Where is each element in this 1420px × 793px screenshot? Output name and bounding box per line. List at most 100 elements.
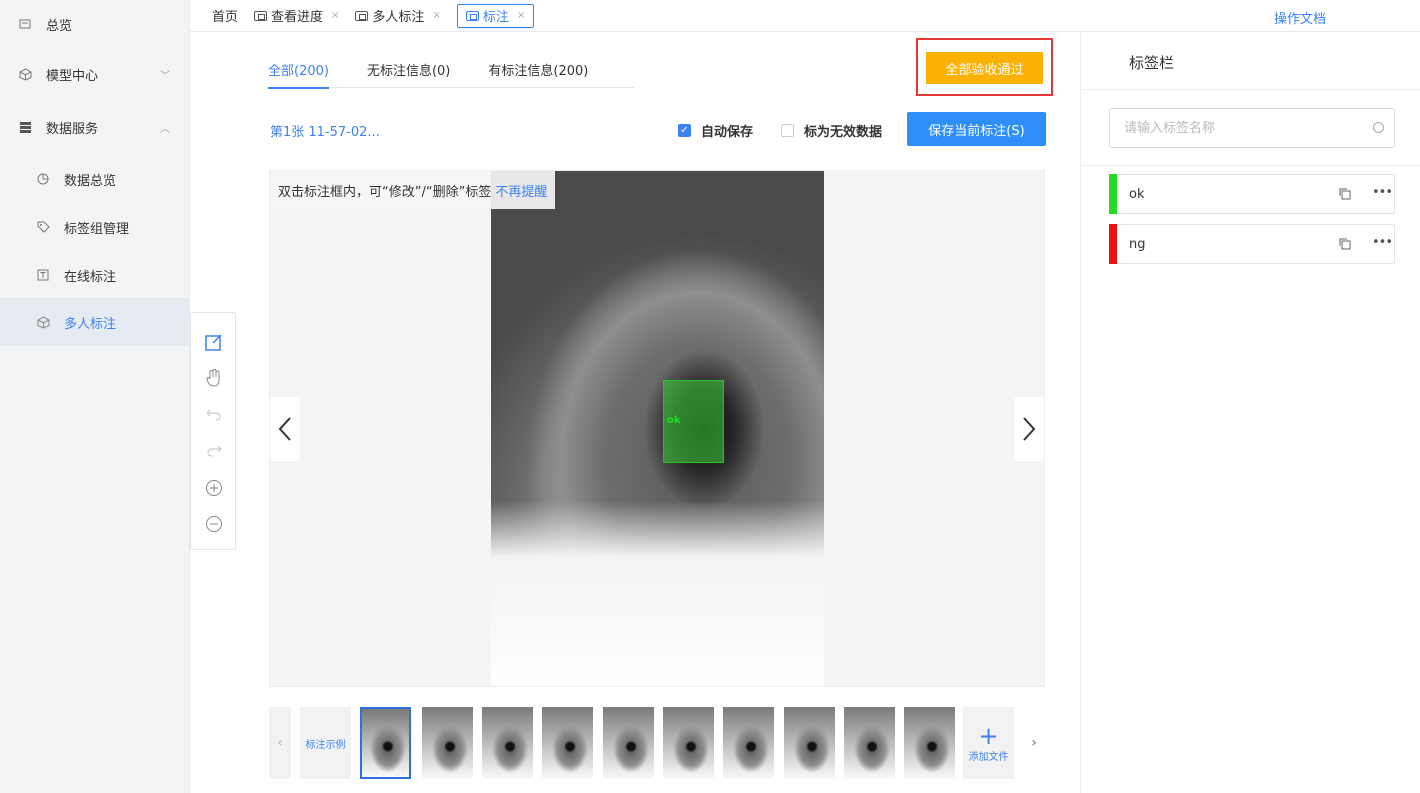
scan-icon (254, 10, 268, 21)
redo-icon[interactable] (203, 439, 225, 461)
copy-icon[interactable] (1339, 188, 1351, 200)
dont-remind-link[interactable]: 不再提醒 (495, 181, 547, 200)
close-icon[interactable]: × (331, 10, 339, 21)
sidebar-item-online-annotation[interactable]: 在线标注 (0, 251, 190, 299)
close-icon[interactable]: × (517, 10, 525, 21)
pie-chart-icon (36, 172, 50, 186)
thumbnail[interactable] (482, 707, 533, 779)
tab-bar: 首页 查看进度 × 多人标注 × 标注 × 操作文档 (190, 0, 1420, 32)
hint-text: 双击标注框内，可“修改”/“删除”标签 (278, 184, 492, 200)
annotation-workspace: 全部(200) 无标注信息(0) 有标注信息(200) 全部验收通过 第1张 1… (190, 32, 1080, 793)
label-color-bar (1109, 174, 1117, 214)
zoom-out-icon[interactable] (203, 513, 225, 535)
accept-all-button[interactable]: 全部验收通过 (926, 52, 1043, 84)
label-item-ng[interactable]: ng ••• (1109, 224, 1395, 264)
overview-icon (18, 17, 32, 31)
sidebar-item-multi-annotation[interactable]: 多人标注 (0, 298, 190, 346)
divider (1081, 165, 1420, 166)
sidebar-item-label: 数据总览 (64, 173, 117, 189)
chevron-right-icon: › (1031, 735, 1037, 751)
plus-icon: + (978, 721, 999, 750)
prev-image-button[interactable] (270, 397, 300, 461)
filter-tab-labeled[interactable]: 有标注信息(200) (488, 60, 588, 88)
thumbnail[interactable] (844, 707, 895, 779)
add-file-label: 添加文件 (968, 751, 1009, 763)
save-annotation-button[interactable]: 保存当前标注(S) (907, 112, 1046, 146)
sidebar-item-label: 多人标注 (64, 316, 117, 332)
search-icon[interactable] (1373, 122, 1384, 133)
next-image-button[interactable] (1014, 397, 1044, 461)
thumbnail[interactable] (422, 707, 473, 779)
hint-banner: 双击标注框内，可“修改”/“删除”标签 不再提醒 (270, 171, 556, 209)
thumb-prev-button[interactable]: ‹ (269, 707, 291, 779)
thumbnail[interactable] (542, 707, 593, 779)
label-name: ok (1129, 186, 1145, 202)
more-icon[interactable]: ••• (1372, 235, 1393, 250)
sidebar: 总览 模型中心 ﹀ 数据服务 ︿ 数据总览 标签组管理 在线标注 多人标注 (0, 0, 190, 793)
chevron-left-icon: ‹ (277, 735, 283, 751)
zoom-in-icon[interactable] (203, 477, 225, 499)
nav-item-overview[interactable]: 总览 (0, 0, 189, 48)
tab-annotation[interactable]: 标注 × (456, 3, 535, 28)
thumbnail[interactable] (360, 707, 411, 779)
label-color-bar (1109, 224, 1117, 264)
annotation-example[interactable]: 标注示例 (300, 707, 351, 779)
thumbnail[interactable] (784, 707, 835, 779)
invalid-data-checkbox[interactable] (781, 124, 795, 137)
thumbnail[interactable] (603, 707, 654, 779)
close-icon[interactable]: × (432, 10, 440, 21)
tab-view-progress[interactable]: 查看进度 × (254, 4, 339, 28)
label-item-ok[interactable]: ok ••• (1109, 174, 1395, 214)
hand-icon[interactable] (203, 367, 225, 389)
tab-label: 多人标注 (372, 10, 425, 25)
invalid-data-label: 标为无效数据 (804, 125, 883, 140)
nav-item-label: 总览 (46, 18, 73, 34)
thumb-next-button[interactable]: › (1023, 707, 1045, 779)
filter-tab-all[interactable]: 全部(200) (268, 60, 329, 89)
annotated-image[interactable] (491, 171, 824, 686)
cube-icon (18, 67, 32, 81)
undo-icon[interactable] (203, 403, 225, 425)
edit-icon[interactable] (203, 331, 225, 353)
database-icon (18, 120, 32, 134)
copy-icon[interactable] (1339, 238, 1351, 250)
label-panel-title: 标签栏 (1129, 54, 1175, 72)
auto-save-label: 自动保存 (701, 125, 754, 140)
annotation-toolbox (190, 312, 236, 550)
label-name: ng (1129, 236, 1146, 252)
thumbnail[interactable] (663, 707, 714, 779)
add-file-button[interactable]: + 添加文件 (963, 707, 1014, 779)
save-options: ✓ 自动保存 标为无效数据 (678, 121, 882, 140)
tab-multi-annotation[interactable]: 多人标注 × (355, 4, 441, 28)
multi-user-icon (36, 315, 50, 329)
label-search-input[interactable] (1109, 108, 1395, 148)
nav-item-label: 数据服务 (46, 121, 99, 137)
sidebar-item-label: 在线标注 (64, 269, 117, 285)
tab-label: 首页 (212, 10, 239, 25)
label-panel: 标签栏 ok ••• ng ••• (1080, 32, 1420, 793)
tab-home[interactable]: 首页 (212, 4, 238, 28)
more-icon[interactable]: ••• (1372, 185, 1393, 200)
image-highlight (491, 501, 824, 686)
auto-save-checkbox[interactable]: ✓ (678, 124, 691, 137)
thumbnail-strip: ‹ 标注示例 + 添加文件 › (269, 707, 1045, 779)
annotation-canvas[interactable]: 双击标注框内，可“修改”/“删除”标签 不再提醒 ok (269, 170, 1045, 687)
nav-item-model-center[interactable]: 模型中心 ﹀ (0, 50, 190, 98)
scan-icon (465, 10, 479, 21)
operation-doc-link[interactable]: 操作文档 (1274, 8, 1326, 27)
chevron-right-icon (1023, 417, 1036, 441)
tab-label: 查看进度 (271, 10, 324, 25)
filter-tab-unlabeled[interactable]: 无标注信息(0) (367, 60, 450, 88)
filter-tabs: 全部(200) 无标注信息(0) 有标注信息(200) (268, 60, 634, 89)
tag-icon (36, 220, 50, 234)
nav-item-label: 模型中心 (46, 68, 99, 84)
chevron-up-icon: ︿ (160, 124, 170, 135)
nav-item-data-service[interactable]: 数据服务 ︿ (0, 103, 190, 151)
image-name: 第1张 11-57-02... (270, 125, 380, 140)
thumbnail[interactable] (904, 707, 955, 779)
bounding-box[interactable]: ok (663, 380, 724, 463)
sidebar-item-data-overview[interactable]: 数据总览 (0, 155, 190, 203)
sidebar-item-tag-groups[interactable]: 标签组管理 (0, 203, 190, 251)
divider (1081, 89, 1420, 90)
thumbnail[interactable] (723, 707, 774, 779)
